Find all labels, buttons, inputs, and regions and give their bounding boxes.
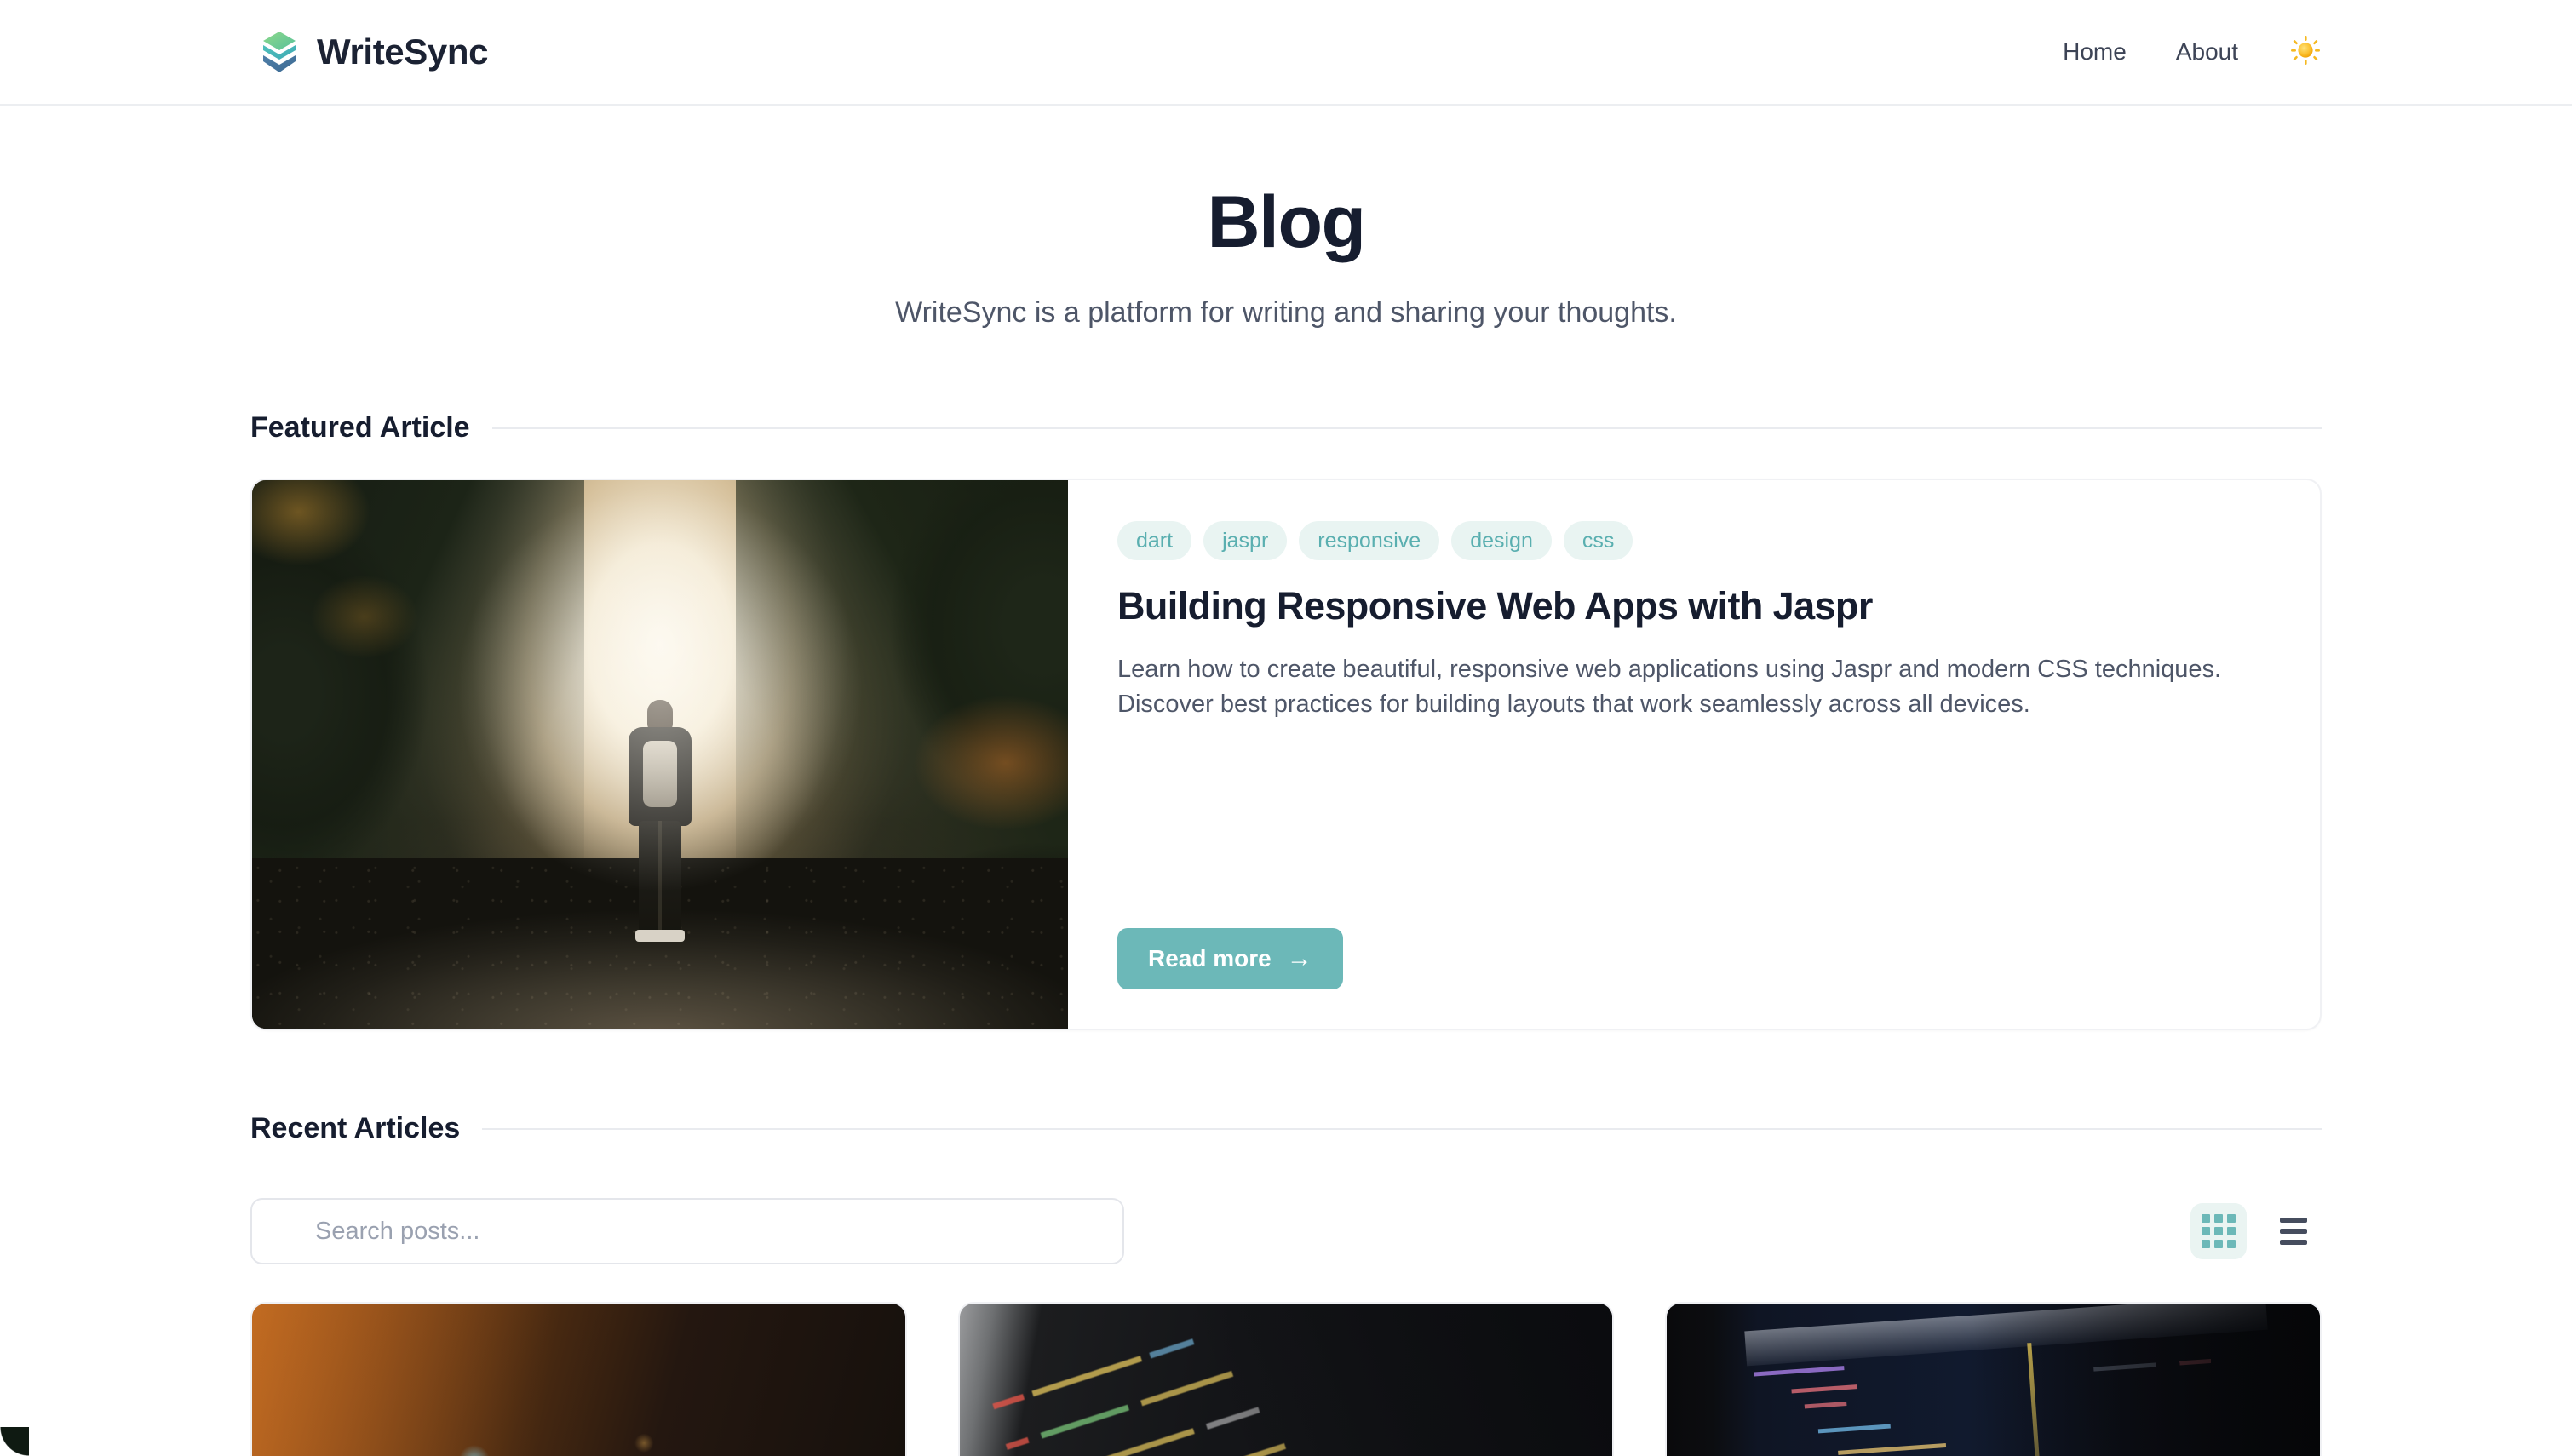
post-card-image xyxy=(252,1304,905,1456)
layers-stack-icon xyxy=(261,30,298,74)
read-more-button[interactable]: Read more → xyxy=(1117,928,1343,990)
ide-code-lines xyxy=(1753,1341,2064,1456)
page-title: Blog xyxy=(1207,181,1366,263)
featured-section-header: Featured Article xyxy=(250,411,2322,444)
tag-chip[interactable]: dart xyxy=(1117,521,1192,561)
nav-item-home[interactable]: Home xyxy=(2063,38,2127,66)
code-screen-photo xyxy=(959,1304,1613,1456)
grid-view-button[interactable] xyxy=(2190,1203,2247,1260)
nav-item-about[interactable]: About xyxy=(2176,38,2238,66)
featured-section-title: Featured Article xyxy=(250,411,470,444)
post-card[interactable] xyxy=(957,1302,1615,1456)
site-header: WriteSync Home About xyxy=(0,0,2572,106)
post-card-image xyxy=(959,1304,1613,1456)
bokeh-photo xyxy=(252,1304,905,1456)
tag-chip[interactable]: responsive xyxy=(1299,521,1440,561)
post-card-image xyxy=(1667,1304,2320,1456)
featured-article-description: Learn how to create beautiful, responsiv… xyxy=(1117,656,2222,719)
recent-section-header: Recent Articles xyxy=(250,1112,2322,1145)
brand-name: WriteSync xyxy=(317,32,489,72)
ide-light-beam xyxy=(2026,1343,2043,1456)
post-card[interactable] xyxy=(1665,1302,2322,1456)
page-subtitle: WriteSync is a platform for writing and … xyxy=(895,296,1677,330)
post-card[interactable] xyxy=(250,1302,907,1456)
recent-controls-row xyxy=(250,1198,2322,1265)
tag-chip[interactable]: design xyxy=(1451,521,1552,561)
tag-chip[interactable]: css xyxy=(1563,521,1633,561)
code-lines xyxy=(980,1304,1500,1456)
page-content: Blog WriteSync is a platform for writing… xyxy=(250,106,2322,1456)
theme-toggle-button[interactable] xyxy=(2291,35,2320,69)
ide-side-panel xyxy=(2093,1342,2260,1456)
recent-section-title: Recent Articles xyxy=(250,1112,461,1145)
main-nav: Home About xyxy=(2063,35,2320,69)
featured-article-body: dart jaspr responsive design css Buildin… xyxy=(1068,480,2320,1029)
list-view-button[interactable] xyxy=(2265,1203,2322,1259)
search-input[interactable] xyxy=(250,1198,1124,1265)
hero-section: Blog WriteSync is a platform for writing… xyxy=(250,106,2322,330)
brand-logo-link[interactable]: WriteSync xyxy=(261,30,488,74)
featured-article-card[interactable]: dart jaspr responsive design css Buildin… xyxy=(250,479,2322,1031)
window-corner-artifact xyxy=(0,1427,29,1456)
section-divider xyxy=(482,1127,2322,1130)
tag-chip[interactable]: jaspr xyxy=(1203,521,1288,561)
search-field-wrapper xyxy=(250,1198,1124,1265)
featured-article-image xyxy=(252,480,1068,1029)
forest-road-photo xyxy=(252,480,1068,1029)
ide-screen-photo xyxy=(1667,1304,2320,1456)
featured-article-title[interactable]: Building Responsive Web Apps with Jaspr xyxy=(1117,584,2272,628)
view-toggle-group xyxy=(2190,1203,2322,1260)
sun-icon xyxy=(2291,35,2320,65)
list-view-icon xyxy=(2280,1218,2307,1246)
grid-view-icon xyxy=(2202,1214,2236,1249)
recent-articles-grid xyxy=(250,1302,2322,1456)
arrow-right-icon: → xyxy=(1286,944,1312,973)
featured-tag-list: dart jaspr responsive design css xyxy=(1117,521,2272,561)
photo-light-haze xyxy=(252,480,1068,1029)
read-more-label: Read more xyxy=(1148,945,1272,972)
section-divider xyxy=(491,427,2322,429)
ide-titlebar xyxy=(1744,1304,2269,1366)
